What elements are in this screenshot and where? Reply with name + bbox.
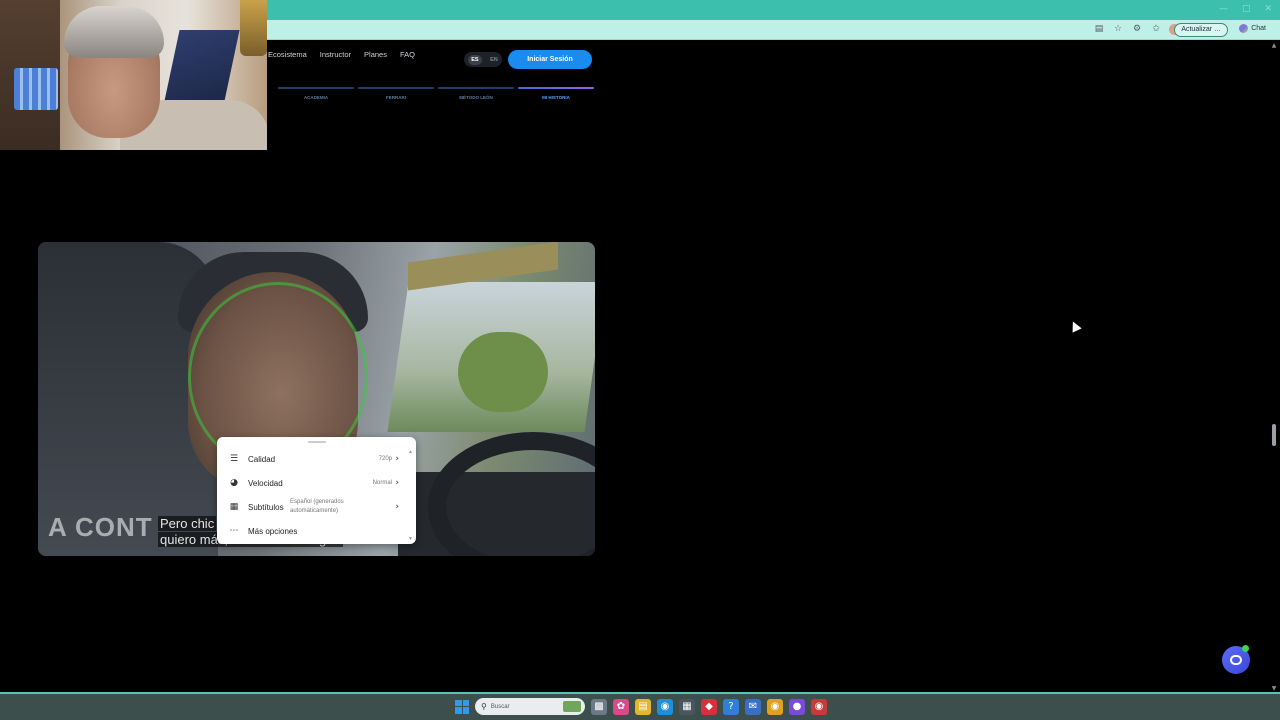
section-tabs: ACADEMIA FERRARI MÉTODO LEÓN MI HISTORIA [268,87,596,103]
video-settings-menu: ▲ ☰ Calidad 720p › ◕ Velocidad Normal › … [217,437,416,544]
sliders-icon: ☰ [229,454,239,464]
update-button[interactable]: Actualizar … [1174,23,1228,37]
windows-taskbar: ⚲ Buscar ▩ ✿ ▤ ◉ ▦ ◆ ? ✉ ◉ ● ◉ [0,692,1280,720]
favorites-icon[interactable]: ✩ [1150,23,1162,35]
chat-label: Chat [1251,25,1266,32]
mail-icon[interactable]: ✉ [745,698,761,715]
online-status-dot [1242,645,1249,652]
chat-widget-button[interactable] [1222,645,1250,674]
nav-faq[interactable]: FAQ [400,50,415,59]
copilot-app-icon[interactable]: ✿ [613,698,629,715]
lang-en[interactable]: EN [490,57,498,63]
settings-more-options[interactable]: ⋯ Más opciones [217,520,416,542]
store-icon[interactable]: ▦ [679,698,695,715]
taskbar-search[interactable]: ⚲ Buscar [475,698,585,715]
page-scrollbar[interactable]: ▲ ▼ [1270,42,1278,692]
scroll-up-arrow-icon[interactable]: ▲ [1270,42,1278,49]
scroll-down-arrow-icon[interactable]: ▼ [1270,685,1278,692]
search-highlight-icon [563,701,581,712]
messenger-icon[interactable]: ● [789,698,805,715]
tab-metodo-leon[interactable]: MÉTODO LEÓN [438,87,514,103]
webcam-overlay [0,0,267,150]
speed-value: Normal [372,480,392,486]
site-nav: Ecosistema Instructor Planes FAQ [268,50,415,59]
chevron-right-icon: › [395,454,399,464]
nav-ecosistema[interactable]: Ecosistema [268,50,307,59]
minimize-icon[interactable]: — [1219,4,1228,14]
scroll-down-icon[interactable]: ▼ [408,536,413,542]
chrome-icon[interactable]: ◉ [767,698,783,715]
subtitles-value: Español (generados automáticamente) [290,499,344,514]
settings-speed[interactable]: ◕ Velocidad Normal › [217,472,416,494]
search-icon: ⚲ [481,702,487,711]
quality-value: 720p [378,456,392,462]
file-explorer-icon[interactable]: ▤ [635,698,651,715]
drag-handle[interactable] [308,441,326,443]
language-toggle[interactable]: ES EN [464,52,502,67]
video-overlay-text: A CONT [48,512,153,542]
copilot-icon [1239,24,1249,33]
tab-mi-historia[interactable]: MI HISTORIA [518,87,594,103]
red-app-icon[interactable]: ◆ [701,698,717,715]
extension-icon[interactable]: ⚙ [1131,23,1143,35]
edge-icon[interactable]: ◉ [657,698,673,715]
active-browser-icon[interactable]: ◉ [811,698,827,715]
closed-captions-icon: ▦ [229,502,239,512]
nav-planes[interactable]: Planes [364,50,387,59]
scrollbar-thumb[interactable] [1272,424,1276,446]
nav-instructor[interactable]: Instructor [320,50,351,59]
chevron-right-icon: › [395,478,399,488]
settings-quality[interactable]: ☰ Calidad 720p › [217,448,416,470]
task-view-icon[interactable]: ▩ [591,698,607,715]
tab-academia[interactable]: ACADEMIA [278,87,354,103]
speed-icon: ◕ [230,478,238,488]
copilot-chat-button[interactable]: Chat [1239,24,1266,33]
reader-icon[interactable]: ▤ [1093,23,1105,35]
subtitle-line-1: Pero chic [158,516,217,531]
maximize-icon[interactable]: □ [1242,4,1251,14]
chevron-right-icon: › [395,502,399,512]
chat-bubble-icon [1230,655,1242,665]
settings-subtitles[interactable]: ▦ Subtítulos Español (generados automáti… [217,496,416,518]
window-controls: — □ ✕ [1219,4,1272,14]
toolbar-icons: ▤ ☆ ⚙ ✩ [1093,23,1180,35]
help-icon[interactable]: ? [723,698,739,715]
taskbar-apps: ⚲ Buscar ▩ ✿ ▤ ◉ ▦ ◆ ? ✉ ◉ ● ◉ [455,698,827,715]
login-button[interactable]: Iniciar Sesión [508,50,592,69]
tab-ferrari[interactable]: FERRARI [358,87,434,103]
mouse-cursor-icon [1068,319,1082,333]
more-dots-icon: ⋯ [229,526,239,536]
search-placeholder: Buscar [490,703,510,710]
lang-es[interactable]: ES [468,54,482,65]
close-icon[interactable]: ✕ [1264,4,1272,14]
start-menu-icon[interactable] [455,699,469,714]
favorite-star-icon[interactable]: ☆ [1112,23,1124,35]
